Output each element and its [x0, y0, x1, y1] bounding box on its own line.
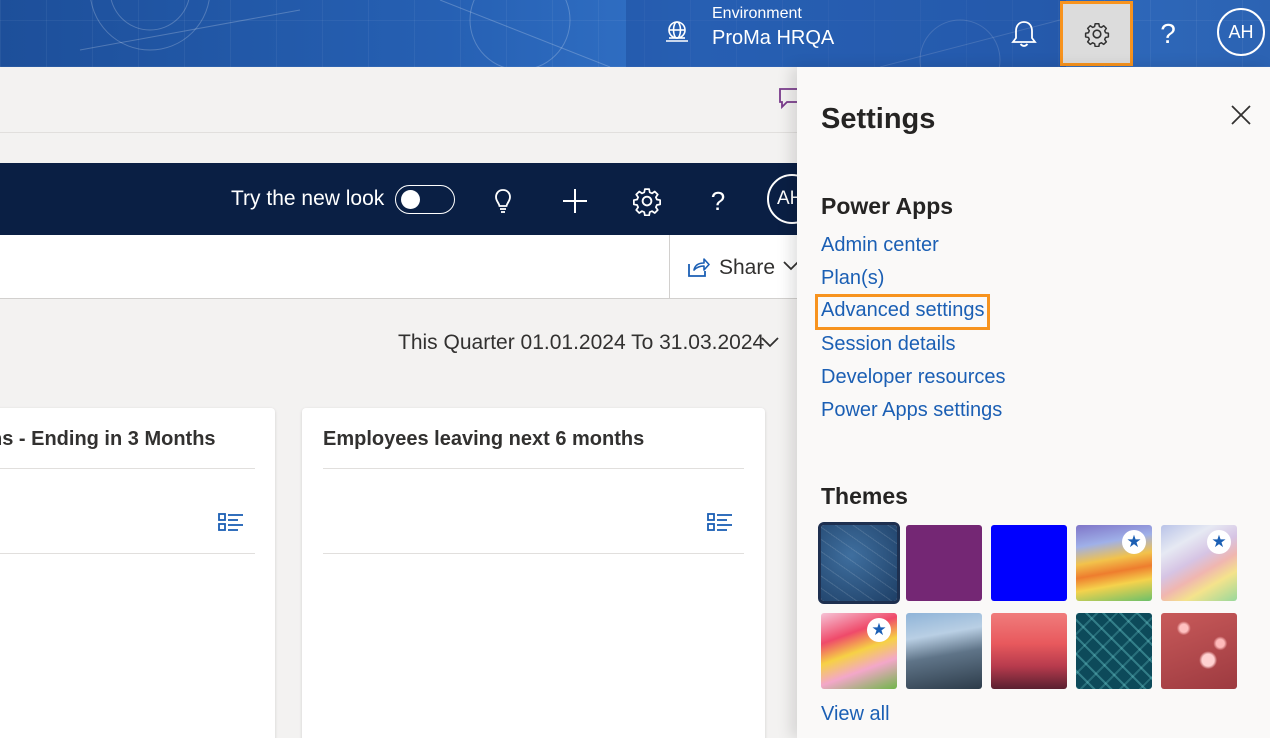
theme-sunset-palms[interactable]: [991, 613, 1067, 689]
notifications-button[interactable]: [991, 0, 1057, 67]
date-filter[interactable]: This Quarter 01.01.2024 To 31.03.2024: [398, 331, 764, 355]
dashboard-toolbar: [0, 235, 800, 299]
settings-gear-icon[interactable]: [632, 186, 662, 216]
help-icon: ?: [1160, 17, 1176, 49]
star-icon: ★: [867, 618, 891, 642]
chevron-down-icon[interactable]: [760, 335, 780, 349]
help-button[interactable]: ?: [1135, 0, 1201, 67]
globe-icon: [666, 21, 688, 42]
advanced-settings-link[interactable]: Advanced settings: [814, 294, 991, 330]
try-new-look-toggle[interactable]: [395, 185, 455, 214]
dashboard-card-ending-contracts: ns - Ending in 3 Months: [0, 408, 275, 738]
theme-pastel-ribbons[interactable]: ★: [1161, 525, 1237, 601]
card-divider: [0, 468, 255, 469]
user-avatar[interactable]: AH: [1217, 8, 1265, 56]
card-title: ns - Ending in 3 Months: [0, 428, 216, 450]
themes-section-title: Themes: [821, 483, 908, 509]
theme-cartoon[interactable]: ★: [821, 613, 897, 689]
view-all-themes-link[interactable]: View all: [821, 703, 890, 726]
app-help-icon[interactable]: ?: [703, 186, 733, 216]
share-button[interactable]: Share: [719, 256, 775, 280]
star-icon: ★: [1122, 530, 1146, 554]
card-title: Employees leaving next 6 months: [323, 428, 645, 450]
theme-blueprint[interactable]: [818, 522, 900, 604]
list-view-icon[interactable]: [707, 512, 733, 532]
card-divider: [0, 553, 255, 554]
share-icon: [688, 258, 710, 277]
try-new-look-label: Try the new look: [231, 187, 385, 210]
card-divider: [323, 468, 744, 469]
theme-bokeh[interactable]: [1161, 613, 1237, 689]
power-apps-section-title: Power Apps: [821, 193, 954, 219]
environment-value[interactable]: ProMa HRQA: [712, 27, 834, 50]
theme-purple[interactable]: [906, 525, 982, 601]
theme-rainbow[interactable]: ★: [1076, 525, 1152, 601]
toggle-knob: [401, 190, 420, 209]
settings-panel: Settings Power Apps Admin center Plan(s)…: [797, 67, 1270, 738]
environment-label: Environment: [712, 5, 802, 22]
theme-mountains[interactable]: [906, 613, 982, 689]
toolbar-separator: [669, 235, 670, 299]
dashboard-card-employees-leaving: Employees leaving next 6 months: [302, 408, 765, 738]
plus-icon[interactable]: [560, 186, 590, 216]
plans-link[interactable]: Plan(s): [821, 264, 1006, 297]
theme-circuit[interactable]: [1076, 613, 1152, 689]
close-icon: [1231, 105, 1251, 125]
settings-button[interactable]: [1060, 1, 1133, 66]
power-apps-links: Admin center Plan(s) Advanced settings S…: [814, 231, 1006, 429]
theme-blue[interactable]: [991, 525, 1067, 601]
star-icon: ★: [1207, 530, 1231, 554]
list-view-icon[interactable]: [218, 512, 244, 532]
command-strip: [0, 67, 800, 133]
panel-title: Settings: [821, 103, 936, 135]
admin-center-link[interactable]: Admin center: [821, 231, 1006, 264]
themes-grid: ★ ★ ★: [818, 522, 1241, 689]
close-button[interactable]: [1225, 99, 1257, 131]
developer-resources-link[interactable]: Developer resources: [821, 363, 1006, 396]
card-divider: [323, 553, 744, 554]
lightbulb-icon[interactable]: [488, 186, 518, 216]
gear-icon: [1084, 22, 1109, 47]
power-apps-settings-link[interactable]: Power Apps settings: [821, 396, 1006, 429]
session-details-link[interactable]: Session details: [821, 330, 1006, 363]
bell-icon: [1011, 20, 1037, 47]
